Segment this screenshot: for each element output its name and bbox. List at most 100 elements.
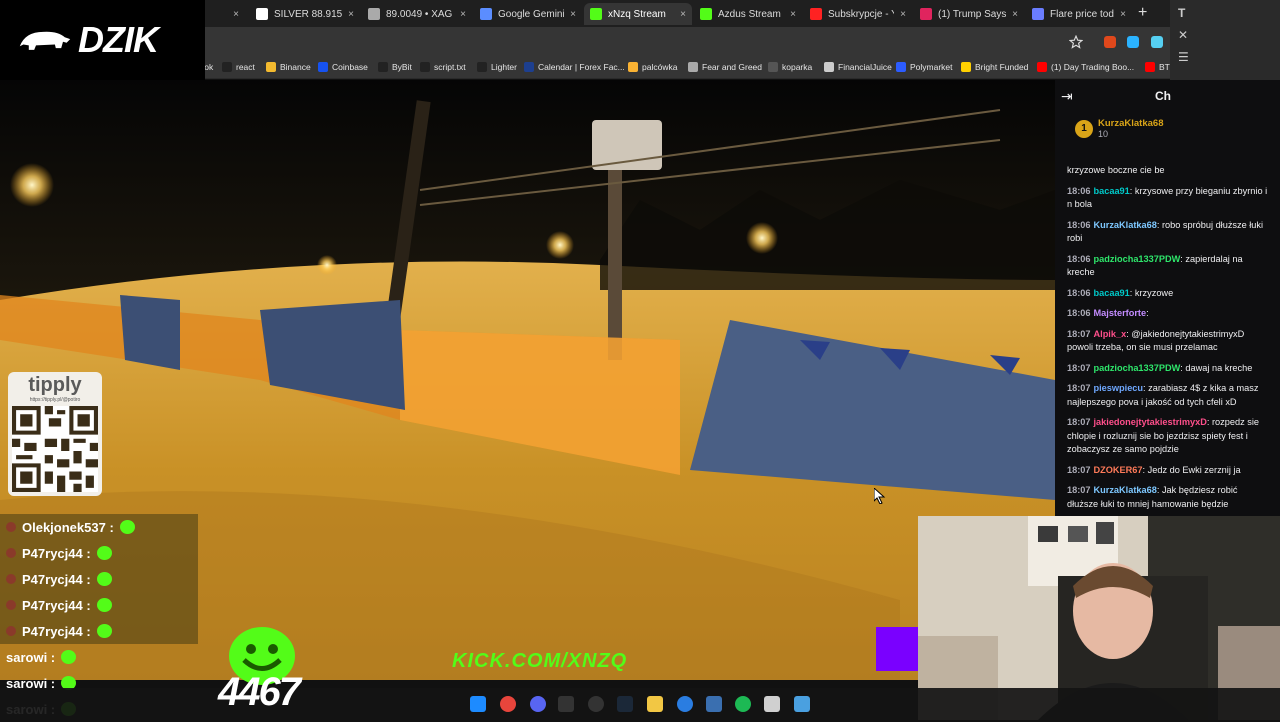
chat-username[interactable]: DZOKER67	[1094, 465, 1143, 475]
tab-close-icon[interactable]: ×	[900, 9, 906, 20]
chrome-icon[interactable]	[500, 696, 516, 712]
chat-username[interactable]: bacaa91	[1094, 186, 1130, 196]
chat-text: krzyzowe	[1134, 287, 1174, 298]
side-panel-icons: T ✕ ☰	[1170, 0, 1280, 80]
chat-time: 18:07	[1067, 417, 1091, 427]
chat-username[interactable]: padziocha1337PDW	[1094, 254, 1181, 264]
browser-tab[interactable]: Flare price today ×	[1026, 3, 1132, 25]
bookmark-item[interactable]: Coinbase	[318, 60, 368, 74]
extension-icon[interactable]	[1151, 36, 1163, 48]
app-active-icon[interactable]	[764, 696, 780, 712]
browser-tab[interactable]: SILVER 88.9150 ▲ ×	[250, 3, 360, 25]
tipply-qr-panel: tipply https://tipply.pl/@potiro	[8, 372, 102, 496]
bookmark-item[interactable]: Binance	[266, 60, 311, 74]
bookmark-item[interactable]: Lighter	[477, 60, 517, 74]
tab-close-icon[interactable]: ×	[1120, 9, 1126, 20]
bookmark-item[interactable]: react	[222, 60, 255, 74]
bookmark-favicon-icon	[896, 62, 906, 72]
chat-time: 18:07	[1067, 362, 1091, 373]
badge-icon	[6, 626, 16, 636]
green-emote-icon	[96, 546, 112, 560]
ccleaner-icon[interactable]	[677, 696, 693, 712]
tab-close-icon[interactable]: ×	[348, 9, 354, 20]
browser-tab[interactable]: Azdus Stream - W ×	[694, 3, 802, 25]
chat-username[interactable]: pieswpiecu	[1094, 383, 1144, 393]
overlay-chat-user: Olekjonek537 :	[22, 519, 114, 535]
browser-tab[interactable]: xNzq Stream ×	[584, 3, 692, 25]
bookmark-label: ByBit	[392, 62, 412, 72]
steam-icon[interactable]	[617, 696, 633, 712]
chat-time: 18:07	[1067, 464, 1091, 475]
tool-icon[interactable]	[706, 696, 722, 712]
tab-label: Google Gemini	[498, 8, 565, 20]
chat-username[interactable]: Alpik_x	[1094, 329, 1127, 339]
extension-icon[interactable]	[1127, 36, 1139, 48]
chat-message: 18:07 KurzaKlatka68: Jak będziesz robić d…	[1055, 480, 1280, 514]
browser-tab[interactable]: 89.0049 • XAG • U ×	[362, 3, 472, 25]
obs-icon[interactable]	[558, 696, 574, 712]
chat-message: 18:06 KurzaKlatka68: robo spróbuj dłuższe…	[1055, 215, 1280, 249]
browser-tab[interactable]: Google Gemini ×	[474, 3, 582, 25]
browser-tab[interactable]: Subskrypcje - You ×	[804, 3, 912, 25]
spotify-icon[interactable]	[735, 696, 751, 712]
chat-username[interactable]: KurzaKlatka68	[1094, 485, 1157, 495]
bookmark-item[interactable]: Polymarket	[896, 60, 953, 74]
app-icon[interactable]	[588, 696, 604, 712]
chat-message: krzyzowe boczne cie be	[1055, 160, 1280, 181]
badge-icon	[6, 574, 16, 584]
chat-panel: ⇥ Ch 1 KurzaKlatka68 10 krzyzowe boczne …	[1055, 80, 1280, 520]
tab-label: Azdus Stream - W	[718, 8, 784, 20]
bookmark-item[interactable]: Calendar | Forex Fac...	[524, 60, 625, 74]
chat-time: 18:06	[1067, 308, 1091, 318]
tab-close-icon[interactable]: ×	[570, 9, 576, 20]
collapse-chat-icon[interactable]: ⇥	[1061, 88, 1073, 105]
bookmark-label: koparka	[782, 62, 813, 72]
tipply-url: https://tipply.pl/@potiro	[29, 397, 81, 403]
tab-close-icon[interactable]: ×	[1012, 9, 1018, 20]
chat-username[interactable]: jakiedonejtytakiestrimyxD	[1094, 417, 1207, 427]
tab-close-icon[interactable]: ×	[680, 9, 686, 20]
bookmark-item[interactable]: Fear and Greed	[688, 60, 762, 74]
text-icon[interactable]: T	[1178, 6, 1185, 20]
extension-icon[interactable]	[1104, 36, 1116, 48]
tab-close-icon[interactable]: ×	[460, 9, 466, 20]
chat-username[interactable]: KurzaKlatka68	[1094, 220, 1157, 230]
chat-text: krzyzowe boczne cie be	[1067, 165, 1165, 175]
overlay-chat-user: sarowi :	[6, 649, 56, 665]
overlay-chat-row: P47rycj44 :	[0, 540, 198, 566]
star-icon[interactable]	[1069, 35, 1083, 49]
pinned-count: 10	[1098, 129, 1109, 139]
new-tab-button[interactable]: +	[1138, 4, 1147, 22]
browser-tab[interactable]: (1) Trump Says Fe ×	[914, 3, 1024, 25]
bookmark-favicon-icon	[1145, 62, 1155, 72]
list-icon[interactable]: ☰	[1178, 50, 1189, 64]
tab-label: 89.0049 • XAG • U	[386, 8, 454, 20]
chat-username[interactable]: Majsterforte	[1094, 308, 1147, 318]
bookmark-item[interactable]: palcówka	[628, 60, 677, 74]
bookmark-item[interactable]: ByBit	[378, 60, 412, 74]
green-emote-icon	[119, 520, 135, 534]
bookmark-item[interactable]: FinancialJuice	[824, 60, 892, 74]
tab-close-icon[interactable]: ×	[233, 9, 239, 20]
bookmark-label: (1) Day Trading Boo...	[1051, 62, 1135, 72]
bookmark-item[interactable]: script.txt	[420, 60, 466, 74]
folder-icon[interactable]	[647, 696, 663, 712]
chat-username[interactable]: bacaa91	[1094, 288, 1130, 298]
pinned-user[interactable]: KurzaKlatka68	[1098, 118, 1163, 129]
dzik-logo: DZIK	[0, 0, 205, 80]
bookmark-label: Calendar | Forex Fac...	[538, 62, 625, 72]
bookmark-item[interactable]: (1) Day Trading Boo...	[1037, 60, 1134, 74]
dzik-text: DZIK	[78, 19, 159, 60]
badge-icon	[6, 600, 16, 610]
discord-icon[interactable]	[530, 696, 546, 712]
bookmark-item[interactable]: koparka	[768, 60, 812, 74]
tools-icon[interactable]: ✕	[1178, 28, 1188, 42]
windows-taskbar	[0, 688, 1280, 720]
notepad-icon[interactable]	[794, 696, 810, 712]
chat-username[interactable]: padziocha1337PDW	[1094, 363, 1181, 373]
windows-start-icon[interactable]	[470, 696, 486, 712]
bookmark-favicon-icon	[1037, 62, 1047, 72]
tab-label: (1) Trump Says Fe	[938, 8, 1007, 20]
bookmark-item[interactable]: Bright Funded	[961, 60, 1028, 74]
tab-close-icon[interactable]: ×	[790, 9, 796, 20]
